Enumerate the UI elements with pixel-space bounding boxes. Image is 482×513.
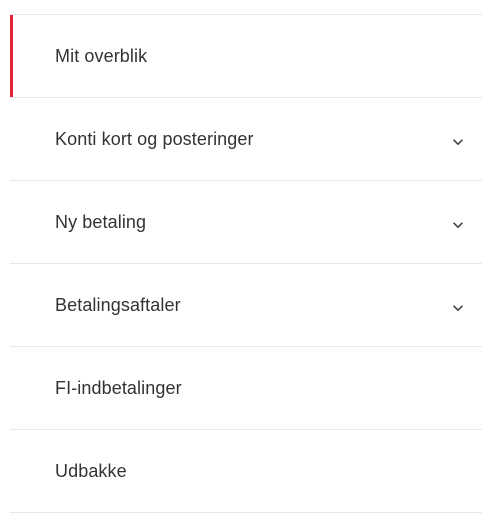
chevron-down-icon[interactable]: [452, 136, 464, 148]
nav-item-konti-kort-og-posteringer[interactable]: Konti kort og posteringer: [10, 98, 482, 181]
nav-item-label: Betalingsaftaler: [55, 294, 181, 315]
nav-item-label: Konti kort og posteringer: [55, 128, 254, 149]
nav-item-udbakke[interactable]: Udbakke: [10, 430, 482, 513]
nav-item-label: Ny betaling: [55, 211, 147, 232]
nav-item-fi-indbetalinger[interactable]: FI-indbetalinger: [10, 347, 482, 430]
nav-item-mit-overblik[interactable]: Mit overblik: [10, 15, 482, 98]
nav-item-label: FI-indbetalinger: [55, 377, 182, 398]
chevron-down-icon[interactable]: [452, 219, 464, 231]
active-indicator: [10, 15, 13, 97]
side-navigation-menu: Mit overblik Konti kort og posteringer N…: [10, 14, 482, 513]
nav-item-label: Udbakke: [55, 460, 127, 481]
nav-item-label: Mit overblik: [55, 45, 148, 66]
nav-item-betalingsaftaler[interactable]: Betalingsaftaler: [10, 264, 482, 347]
nav-item-ny-betaling[interactable]: Ny betaling: [10, 181, 482, 264]
chevron-down-icon[interactable]: [452, 302, 464, 314]
